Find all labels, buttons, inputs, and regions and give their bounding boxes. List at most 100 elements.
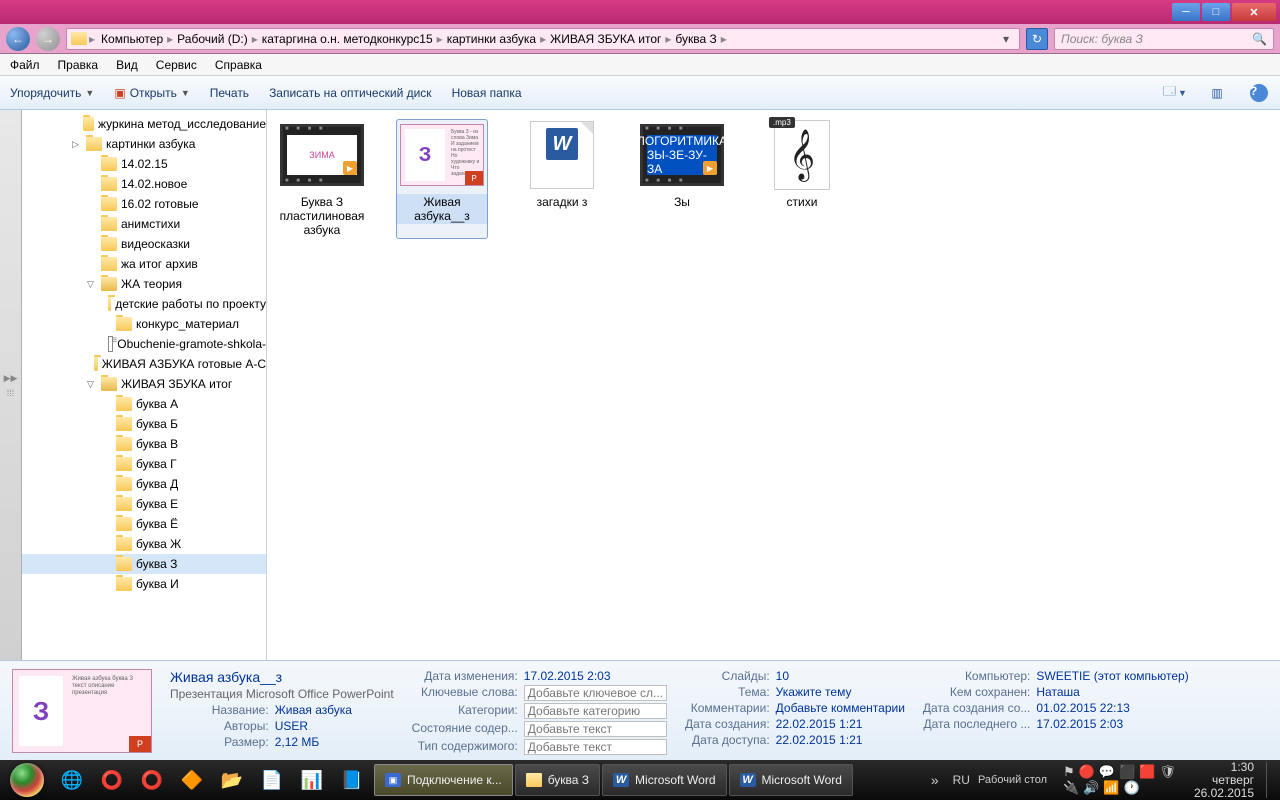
file-item[interactable]: Wзагадки з xyxy=(517,120,607,238)
open-button[interactable]: ▣Открыть▼ xyxy=(114,86,189,100)
tree-node[interactable]: буква Ж xyxy=(22,534,266,554)
burn-button[interactable]: Записать на оптический диск xyxy=(269,86,432,100)
tree-node[interactable]: 14.02.15 xyxy=(22,154,266,174)
property-label: Дата создания со... xyxy=(923,701,1030,715)
folder-icon xyxy=(116,437,132,451)
tree-node[interactable]: детские работы по проекту xyxy=(22,294,266,314)
tray-icon[interactable]: ⬛ xyxy=(1119,764,1135,780)
breadcrumb-segment[interactable]: картинки азбука xyxy=(443,32,540,46)
file-list[interactable]: ЗИМА▶Буква З пластилиновая азбука ЗБуква … xyxy=(267,110,1280,660)
taskbar-button[interactable]: WMicrosoft Word xyxy=(729,764,853,796)
language-indicator[interactable]: RU xyxy=(947,773,976,787)
pinned-app[interactable]: 📂 xyxy=(212,770,252,791)
tree-node[interactable]: буква Б xyxy=(22,414,266,434)
organize-button[interactable]: Упорядочить▼ xyxy=(10,86,94,100)
tray-overflow[interactable]: » xyxy=(925,772,945,788)
print-button[interactable]: Печать xyxy=(210,86,249,100)
tree-node[interactable]: буква Д xyxy=(22,474,266,494)
tree-node[interactable]: Obuchenie-gramote-shkola- xyxy=(22,334,266,354)
show-desktop-button[interactable] xyxy=(1266,762,1276,798)
breadcrumb-segment[interactable]: буква З xyxy=(671,32,720,46)
tree-node[interactable]: анимстихи xyxy=(22,214,266,234)
property-value[interactable]: Добавьте ключевое сл... xyxy=(524,685,667,701)
navigation-tree[interactable]: журкина метод_исследование▷картинки азбу… xyxy=(22,110,267,660)
breadcrumb-segment[interactable]: ЖИВАЯ ЗБУКА итог xyxy=(546,32,665,46)
breadcrumb[interactable]: ▸ Компьютер▸Рабочий (D:)▸катаргина о.н. … xyxy=(66,28,1020,50)
tree-node[interactable]: ▽ЖА теория xyxy=(22,274,266,294)
tree-node[interactable]: ▷картинки азбука xyxy=(22,134,266,154)
close-button[interactable]: ✕ xyxy=(1232,3,1276,21)
tray-icon[interactable]: 📶 xyxy=(1103,780,1119,796)
pinned-app[interactable]: ⭕ xyxy=(132,770,172,791)
clock[interactable]: 1:30 четверг 26.02.2015 xyxy=(1184,761,1264,800)
tree-node[interactable]: ЖИВАЯ АЗБУКА готовые А-С xyxy=(22,354,266,374)
property-value[interactable]: Добавьте категорию xyxy=(524,703,667,719)
expand-icon[interactable]: ▽ xyxy=(87,379,97,390)
property-value[interactable]: Добавьте текст xyxy=(524,721,667,737)
tree-node[interactable]: ▽ЖИВАЯ ЗБУКА итог xyxy=(22,374,266,394)
address-bar: ← → ▸ Компьютер▸Рабочий (D:)▸катаргина о… xyxy=(0,24,1280,54)
view-button[interactable]: 🗔▼ xyxy=(1164,82,1186,104)
tray-icon[interactable]: 💬 xyxy=(1099,764,1115,780)
property-value[interactable]: Добавьте текст xyxy=(524,739,667,755)
breadcrumb-dropdown[interactable]: ▾ xyxy=(997,32,1015,46)
breadcrumb-segment[interactable]: катаргина о.н. методконкурс15 xyxy=(258,32,437,46)
breadcrumb-segment[interactable]: Рабочий (D:) xyxy=(173,32,252,46)
tree-node[interactable]: жа итог архив xyxy=(22,254,266,274)
tree-node[interactable]: буква В xyxy=(22,434,266,454)
tray-icon[interactable]: 🔴 xyxy=(1079,764,1095,780)
menu-item[interactable]: Файл xyxy=(10,58,40,72)
file-item[interactable]: ЛОГОРИТМИКАЗЫ-ЗЕ-ЗУ-ЗА▶Зы xyxy=(637,120,727,238)
preview-pane-button[interactable]: ▥ xyxy=(1206,82,1228,104)
tree-node[interactable]: видеосказки xyxy=(22,234,266,254)
pinned-app[interactable]: 🌐 xyxy=(52,770,92,791)
menu-item[interactable]: Сервис xyxy=(156,58,197,72)
tree-node[interactable]: буква Г xyxy=(22,454,266,474)
tree-node[interactable]: 16.02 готовые xyxy=(22,194,266,214)
tree-node[interactable]: конкурс_материал xyxy=(22,314,266,334)
file-item[interactable]: ЗБуква З - из слова ЗимаИ заданием на пр… xyxy=(397,120,487,238)
new-folder-button[interactable]: Новая папка xyxy=(452,86,522,100)
file-item[interactable]: .mp3𝄞стихи xyxy=(757,120,847,238)
pinned-app[interactable]: 📊 xyxy=(292,770,332,791)
expand-icon[interactable]: ▷ xyxy=(72,139,82,150)
file-item[interactable]: ЗИМА▶Буква З пластилиновая азбука xyxy=(277,120,367,238)
tray-icon[interactable]: 🛡 xyxy=(1159,764,1176,780)
help-button[interactable]: ? xyxy=(1248,82,1270,104)
tray-icon[interactable]: 🔌 xyxy=(1063,780,1079,796)
tree-node[interactable]: 14.02.новое xyxy=(22,174,266,194)
tray-icon[interactable]: 🔊 xyxy=(1083,780,1099,796)
start-button[interactable] xyxy=(4,762,50,798)
pinned-app[interactable]: 📄 xyxy=(252,770,292,791)
pinned-app[interactable]: 🔶 xyxy=(172,770,212,791)
pinned-app[interactable]: 📘 xyxy=(332,770,372,791)
menu-item[interactable]: Вид xyxy=(116,58,138,72)
tree-node[interactable]: буква Ё xyxy=(22,514,266,534)
menu-item[interactable]: Правка xyxy=(58,58,99,72)
minimize-button[interactable]: ─ xyxy=(1172,3,1200,21)
forward-button[interactable]: → xyxy=(36,27,60,51)
tray-icon[interactable]: 🕐 xyxy=(1124,780,1140,796)
search-input[interactable]: Поиск: буква З 🔍 xyxy=(1054,28,1274,50)
menu-item[interactable]: Справка xyxy=(215,58,262,72)
tree-node[interactable]: журкина метод_исследование xyxy=(22,114,266,134)
tray-icon[interactable]: 🟥 xyxy=(1139,764,1155,780)
back-button[interactable]: ← xyxy=(6,27,30,51)
taskbar-button[interactable]: WMicrosoft Word xyxy=(602,764,726,796)
tree-node[interactable]: буква Е xyxy=(22,494,266,514)
maximize-button[interactable]: □ xyxy=(1202,3,1230,21)
tree-node[interactable]: буква И xyxy=(22,574,266,594)
tray-icons[interactable]: ⚑🔴💬⬛🟥🛡 xyxy=(1057,764,1182,780)
tree-node[interactable]: буква З xyxy=(22,554,266,574)
side-handle[interactable]: ▶▶ ⁞⁞⁞ xyxy=(0,110,22,660)
refresh-button[interactable]: ↻ xyxy=(1026,28,1048,50)
property-label: Категории: xyxy=(412,703,518,719)
tray-icons-2[interactable]: 🔌🔊📶 🕐 xyxy=(1057,780,1182,796)
tray-icon[interactable]: ⚑ xyxy=(1063,764,1075,780)
expand-icon[interactable]: ▽ xyxy=(87,279,97,290)
taskbar-button[interactable]: буква З xyxy=(515,764,600,796)
breadcrumb-segment[interactable]: Компьютер xyxy=(97,32,167,46)
tree-node[interactable]: буква А xyxy=(22,394,266,414)
pinned-app[interactable]: ⭕ xyxy=(92,770,132,791)
taskbar-button[interactable]: ▣Подключение к... xyxy=(374,764,513,796)
